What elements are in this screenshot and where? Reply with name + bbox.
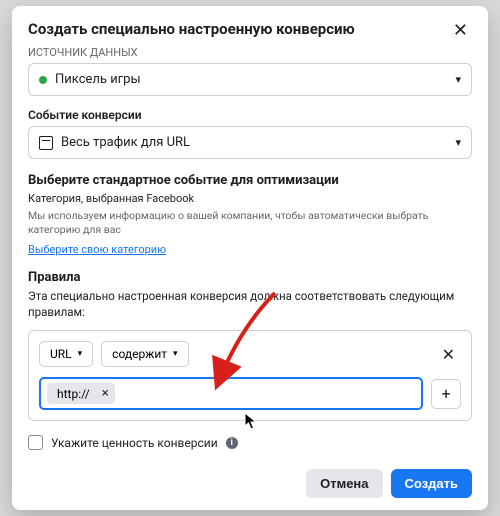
- optimize-heading: Выберите стандартное событие для оптимиз…: [28, 173, 472, 188]
- url-text-input[interactable]: [121, 387, 415, 401]
- add-rule-button[interactable]: +: [431, 379, 461, 409]
- rule-field-select[interactable]: URL ▾: [39, 341, 93, 367]
- chevron-down-icon: ▾: [455, 136, 461, 149]
- cancel-button[interactable]: Отмена: [306, 469, 382, 498]
- conversion-event-label: Событие конверсии: [28, 108, 472, 122]
- rule-match-label: содержит: [112, 347, 167, 361]
- chevron-down-icon: ▾: [78, 349, 83, 359]
- rule-match-select[interactable]: содержит ▾: [101, 341, 188, 367]
- pixel-selector[interactable]: Пиксель игры ▾: [28, 63, 472, 96]
- chevron-down-icon: ▾: [173, 349, 178, 359]
- remove-rule-icon[interactable]: ✕: [436, 343, 461, 366]
- status-dot-icon: [39, 76, 47, 84]
- data-source-label: ИСТОЧНИК ДАННЫХ: [28, 46, 472, 59]
- custom-conversion-modal: Создать специально настроенную конверсию…: [12, 6, 488, 510]
- chevron-down-icon: ▾: [455, 73, 461, 86]
- conversion-value-label: Укажите ценность конверсии: [51, 436, 218, 450]
- url-token-input[interactable]: http:// ×: [39, 377, 423, 410]
- conversion-value-checkbox[interactable]: [28, 435, 43, 450]
- modal-header: Создать специально настроенную конверсию…: [28, 20, 472, 42]
- modal-footer: Отмена Создать: [28, 459, 472, 498]
- conversion-event-value: Весь трафик для URL: [61, 135, 190, 150]
- all-traffic-icon: [39, 136, 53, 150]
- rules-container: URL ▾ содержит ▾ ✕ http:// × +: [28, 330, 472, 421]
- rule-condition-row: URL ▾ содержит ▾ ✕: [39, 341, 461, 367]
- url-token-text: http://: [57, 387, 90, 401]
- modal-title: Создать специально настроенную конверсию: [28, 20, 355, 38]
- conversion-event-selector[interactable]: Весь трафик для URL ▾: [28, 126, 472, 159]
- url-token: http:// ×: [47, 383, 115, 404]
- rule-value-row: http:// × +: [39, 377, 461, 410]
- optimize-sub: Категория, выбранная Facebook: [28, 192, 472, 205]
- choose-category-link[interactable]: Выберите свою категорию: [28, 243, 472, 256]
- close-icon[interactable]: ✕: [449, 20, 472, 42]
- rules-desc: Эта специально настроенная конверсия дол…: [28, 289, 472, 320]
- pixel-name: Пиксель игры: [55, 72, 141, 87]
- remove-token-icon[interactable]: ×: [102, 386, 109, 401]
- optimize-helper: Мы используем информацию о вашей компани…: [28, 209, 472, 237]
- conversion-value-row: Укажите ценность конверсии i: [28, 435, 472, 450]
- info-icon[interactable]: i: [226, 437, 238, 449]
- rules-heading: Правила: [28, 270, 472, 285]
- create-button[interactable]: Создать: [391, 469, 472, 498]
- rule-field-label: URL: [50, 347, 72, 361]
